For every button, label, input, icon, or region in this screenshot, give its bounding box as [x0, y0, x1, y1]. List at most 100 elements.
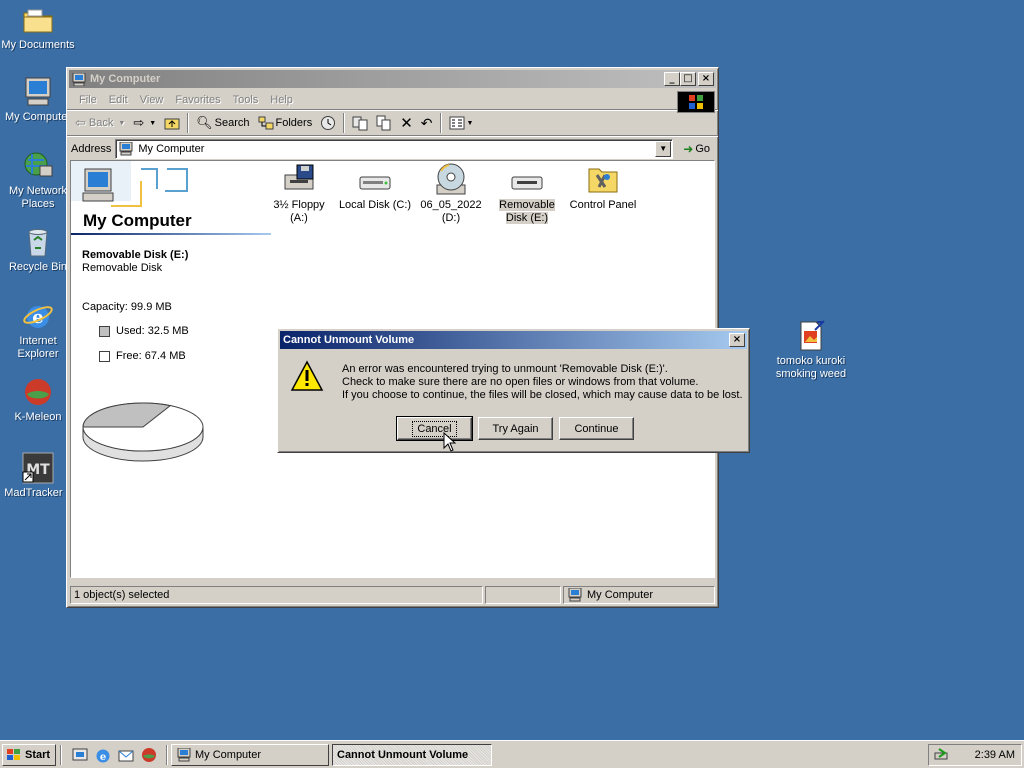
- web-view-pane: My Computer Removable Disk (E:) Removabl…: [71, 161, 271, 577]
- desktop-icon-k-meleon[interactable]: K-Meleon: [0, 376, 76, 424]
- close-button[interactable]: ×: [698, 72, 714, 86]
- address-dropdown-button[interactable]: ▼: [655, 140, 672, 157]
- copy-to-button[interactable]: [372, 112, 396, 134]
- status-empty-panel: [485, 586, 561, 604]
- desktop-icon-my-documents[interactable]: My Documents: [0, 4, 76, 52]
- maximize-button[interactable]: □: [680, 72, 696, 86]
- windows-logo-icon: [677, 91, 715, 113]
- folder-documents-icon: [22, 4, 54, 36]
- desktop-icon-internet-explorer[interactable]: e Internet Explorer: [0, 300, 76, 361]
- menu-tools[interactable]: Tools: [227, 94, 265, 106]
- drive-local-disk-c[interactable]: Local Disk (C:): [337, 163, 413, 212]
- chevron-down-icon: ▼: [659, 144, 668, 153]
- search-icon: 🔍︎: [196, 115, 213, 130]
- minimize-button[interactable]: _: [664, 72, 680, 86]
- search-button[interactable]: 🔍︎ Search: [192, 112, 253, 134]
- desktop-icon-madtracker[interactable]: MT MadTracker 2: [0, 452, 76, 500]
- capacity-text: Capacity: 99.9 MB: [82, 301, 172, 313]
- address-input[interactable]: My Computer ▼: [115, 138, 674, 159]
- removable-disk-icon: [509, 163, 545, 195]
- go-button[interactable]: ➜ Go: [679, 138, 714, 160]
- start-button[interactable]: Start: [2, 743, 56, 766]
- clock[interactable]: 2:39 AM: [975, 749, 1015, 761]
- dialog-message: An error was encountered trying to unmou…: [342, 363, 743, 402]
- forward-button[interactable]: ⇨ ▼: [129, 112, 160, 134]
- desktop-icon-tomoko-file[interactable]: tomoko kuroki smoking weed: [770, 320, 852, 381]
- desktop-icon-recycle-bin[interactable]: Recycle Bin: [0, 226, 76, 274]
- desktop-icon-label: My Documents: [1, 39, 75, 51]
- image-file-icon: [795, 320, 827, 352]
- cancel-button[interactable]: Cancel: [396, 416, 473, 441]
- show-desktop-icon[interactable]: [71, 746, 89, 764]
- task-cannot-unmount[interactable]: Cannot Unmount Volume: [332, 743, 492, 766]
- used-legend: Used: 32.5 MB: [99, 325, 189, 337]
- desktop-icon-label: Internet Explorer: [17, 335, 59, 360]
- toolbar-separator: [439, 113, 442, 133]
- desktop-icon-label: tomoko kuroki smoking weed: [775, 355, 847, 380]
- used-text: Used: 32.5 MB: [116, 325, 189, 337]
- chevron-down-icon: ▼: [149, 119, 157, 127]
- up-folder-icon: [164, 118, 180, 130]
- dialog-titlebar[interactable]: Cannot Unmount Volume ×: [280, 331, 747, 349]
- chevron-down-icon: ▼: [118, 119, 126, 127]
- madtracker-icon: MT: [22, 452, 54, 484]
- drive-label-line2: (D:): [441, 212, 461, 224]
- k-meleon-icon[interactable]: [140, 746, 158, 764]
- quick-launch: e: [71, 746, 163, 764]
- menu-favorites[interactable]: Favorites: [169, 94, 226, 106]
- free-legend: Free: 67.4 MB: [99, 350, 186, 362]
- k-meleon-icon: [22, 376, 54, 408]
- drive-removable-e[interactable]: Removable Disk (E:): [489, 163, 565, 225]
- pane-banner-graphic: [71, 161, 188, 207]
- folders-button[interactable]: Folders: [254, 112, 317, 134]
- task-label: My Computer: [195, 748, 262, 761]
- undo-button[interactable]: ↶: [417, 112, 437, 134]
- menu-file[interactable]: File: [73, 94, 103, 106]
- menu-help[interactable]: Help: [264, 94, 299, 106]
- folders-label: Folders: [275, 117, 313, 129]
- views-icon: [449, 116, 465, 130]
- status-selection-text: 1 object(s) selected: [70, 586, 483, 604]
- try-again-label: Try Again: [492, 422, 539, 435]
- computer-icon: [119, 141, 133, 155]
- views-button[interactable]: ▼: [445, 112, 478, 134]
- computer-icon: [568, 588, 582, 602]
- delete-button[interactable]: ✕: [396, 112, 417, 134]
- desktop-icon-network-places[interactable]: My Network Places: [0, 150, 76, 211]
- address-bar: Address My Computer ▼ ➜ Go: [67, 136, 718, 160]
- back-arrow-icon: ⇦: [75, 115, 86, 130]
- computer-icon: [22, 76, 54, 108]
- cannot-unmount-dialog[interactable]: Cannot Unmount Volume × An error was enc…: [277, 328, 750, 453]
- start-label: Start: [25, 748, 51, 761]
- taskbar-separator: [60, 744, 62, 765]
- task-my-computer[interactable]: My Computer: [171, 743, 329, 766]
- outlook-express-icon[interactable]: [117, 746, 135, 764]
- back-button[interactable]: ⇦ Back ▼: [71, 112, 129, 134]
- explorer-titlebar[interactable]: My Computer _ □ ×: [69, 70, 716, 88]
- floppy-drive-icon: [281, 163, 317, 195]
- history-icon: [321, 116, 336, 130]
- internet-explorer-icon[interactable]: e: [94, 746, 112, 764]
- drive-cd-d[interactable]: 06_05_2022 (D:): [413, 163, 489, 225]
- up-folder-button[interactable]: [160, 112, 184, 134]
- try-again-button[interactable]: Try Again: [478, 417, 553, 440]
- dialog-message-line: An error was encountered trying to unmou…: [342, 363, 668, 375]
- menu-view[interactable]: View: [134, 94, 170, 106]
- computer-icon: [72, 72, 86, 86]
- safely-remove-hardware-icon[interactable]: [933, 747, 951, 763]
- selected-item-name: Removable Disk (E:): [82, 249, 189, 261]
- delete-x-icon: ✕: [400, 115, 413, 132]
- continue-button[interactable]: Continue: [559, 417, 634, 440]
- control-panel-folder[interactable]: Control Panel: [565, 163, 641, 212]
- dialog-close-button[interactable]: ×: [729, 333, 745, 347]
- recycle-bin-icon: [22, 226, 54, 258]
- selected-item-type: Removable Disk: [82, 262, 163, 274]
- status-zone-panel: My Computer: [563, 586, 715, 604]
- drive-floppy-a[interactable]: 3½ Floppy (A:): [261, 163, 337, 225]
- warning-icon: [290, 360, 324, 395]
- chevron-down-icon: ▼: [466, 119, 474, 127]
- menu-edit[interactable]: Edit: [103, 94, 134, 106]
- desktop-icon-my-computer[interactable]: My Computer: [0, 76, 76, 124]
- move-to-button[interactable]: [348, 112, 372, 134]
- history-button[interactable]: [316, 112, 340, 134]
